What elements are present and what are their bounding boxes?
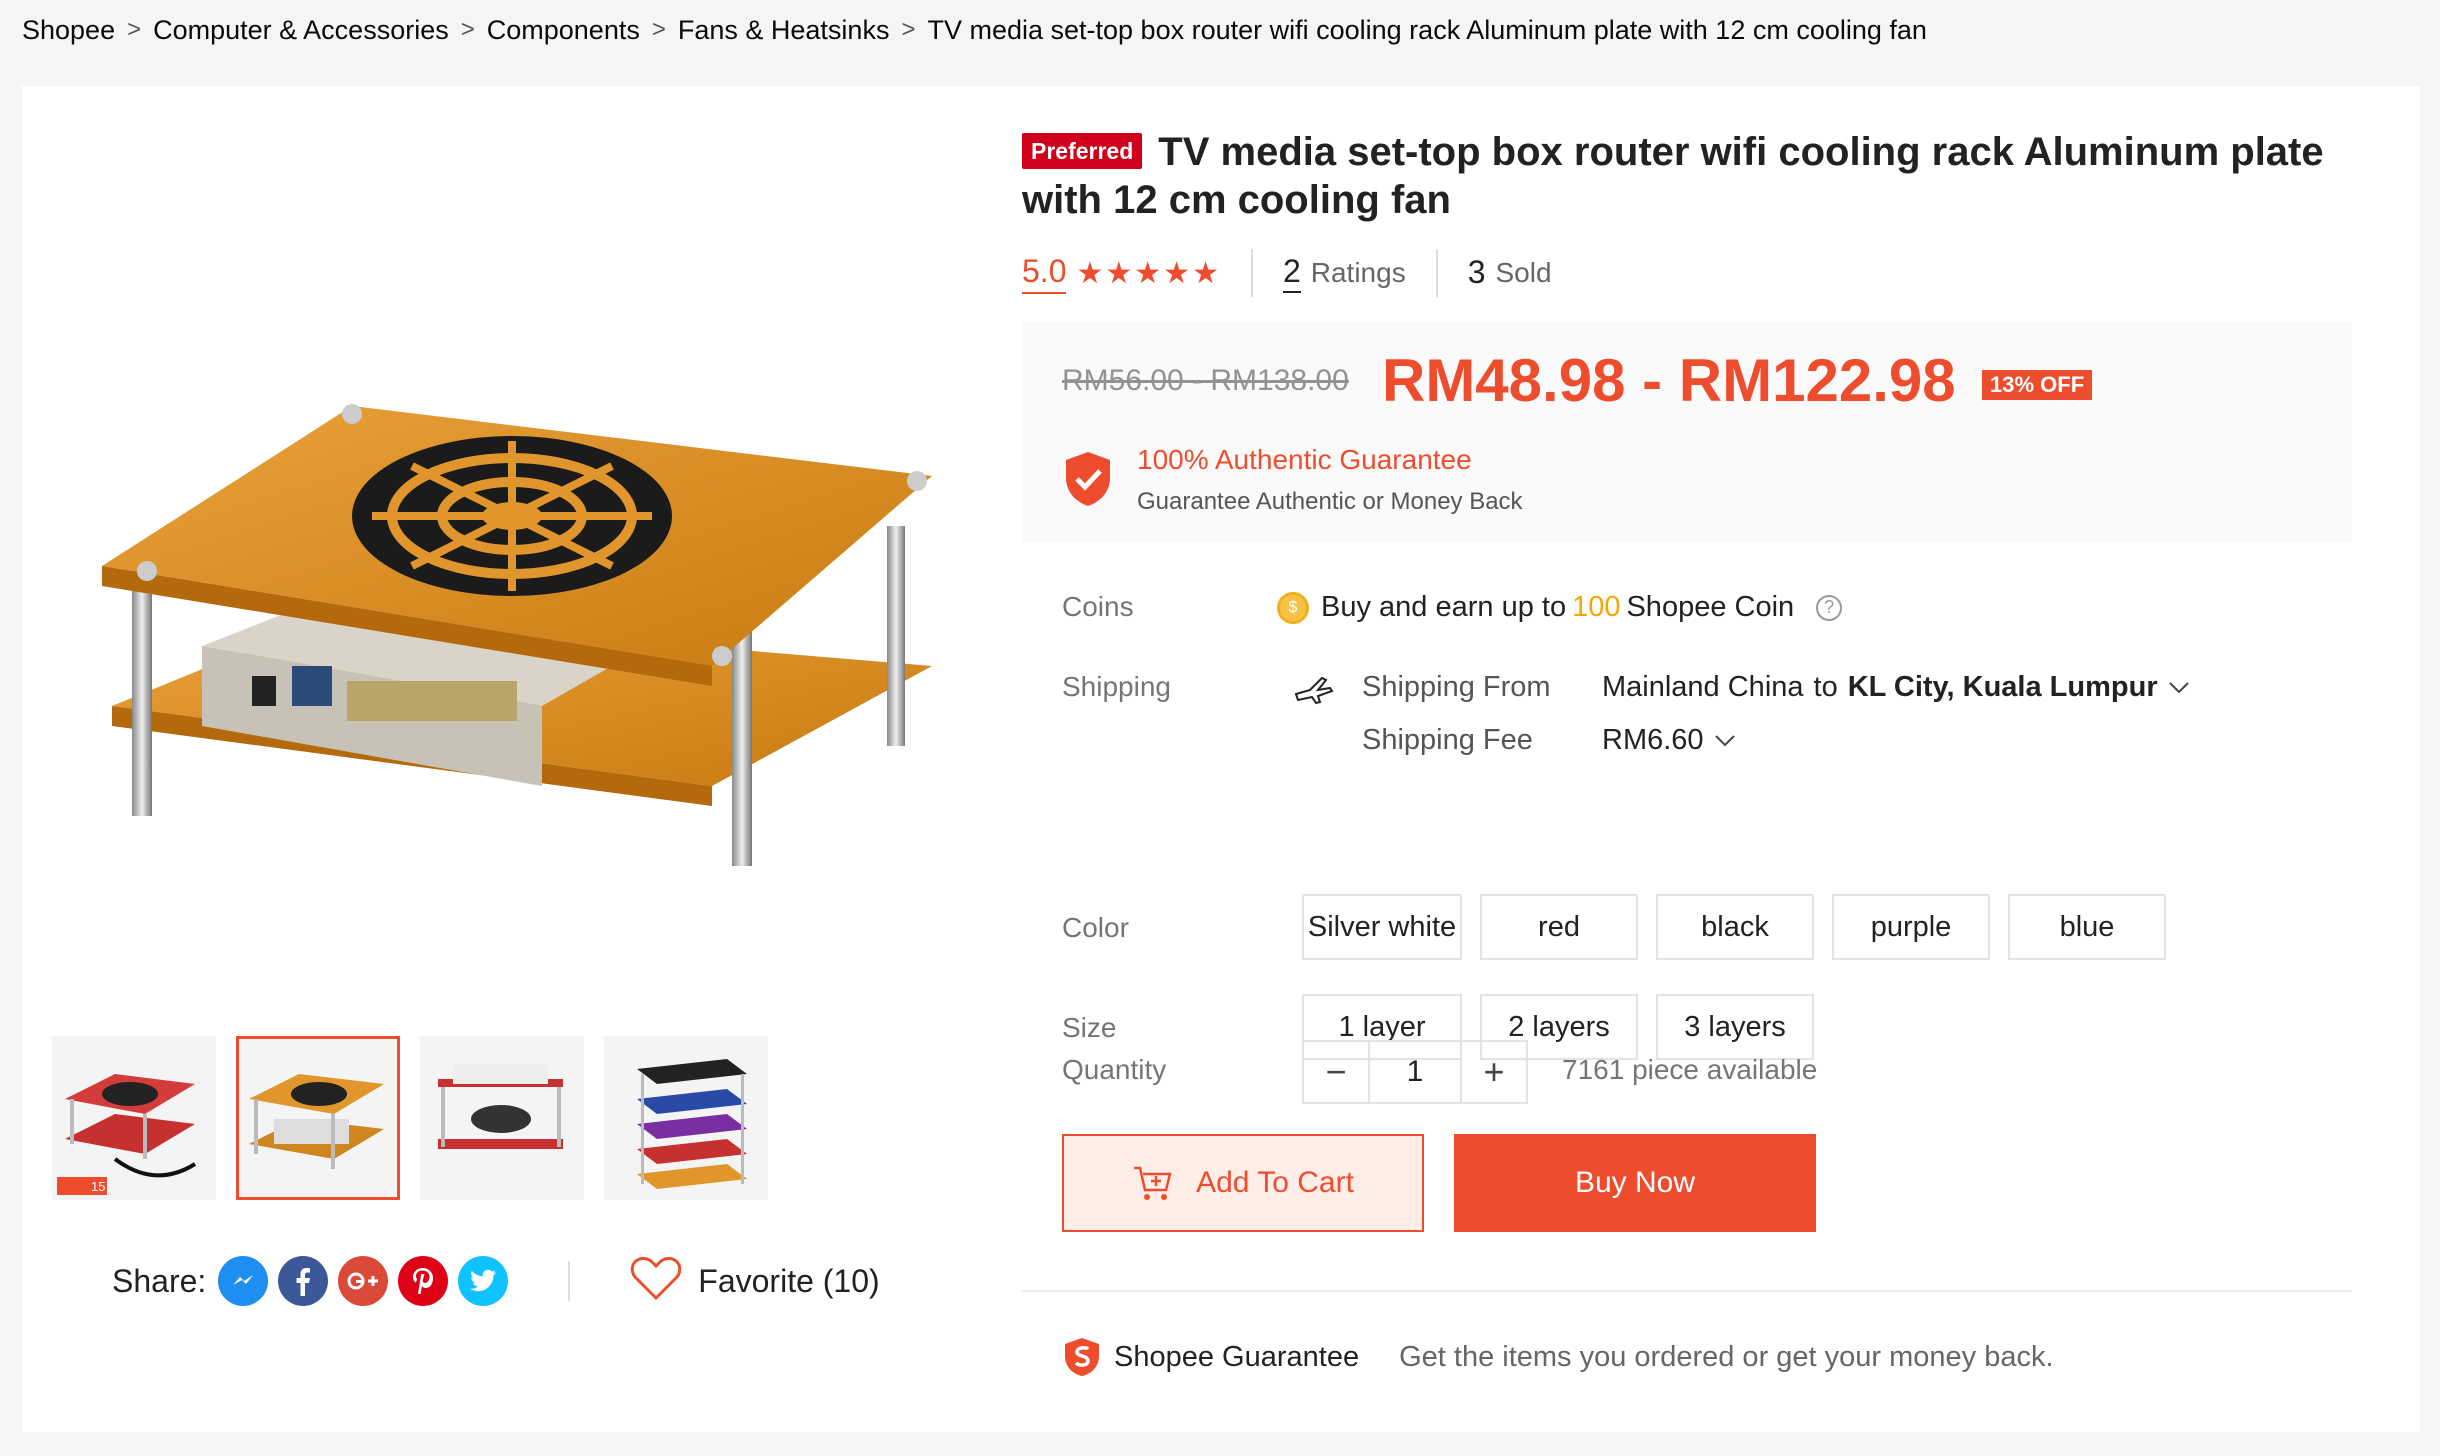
thumbnail-red-router-rack[interactable] (420, 1036, 584, 1200)
color-option-red[interactable]: red (1480, 894, 1638, 960)
sold-count: 3 (1467, 254, 1486, 290)
size-label: Size (1062, 1012, 1117, 1043)
preferred-badge: Preferred (1022, 133, 1143, 169)
shipping-label: Shipping (1062, 671, 1171, 702)
breadcrumb-link-components[interactable]: Components (487, 15, 640, 46)
shipping-to-word: to (1813, 671, 1838, 703)
product-card: 15 Share: Favorite (10) Preferred TV med… (22, 86, 2420, 1432)
add-to-cart-label: Add To Cart (1196, 1166, 1354, 1199)
shipping-fee-select[interactable]: RM6.60 (1602, 724, 1736, 757)
color-option-blue[interactable]: blue (2008, 894, 2166, 960)
authentic-guarantee-subtitle: Guarantee Authentic or Money Back (1137, 488, 1523, 515)
sale-price: RM48.98 - RM122.98 (1382, 347, 1956, 414)
shipping-from-label: Shipping From (1362, 671, 1551, 703)
share-divider (568, 1261, 571, 1301)
price-box: RM56.00 - RM138.00 RM48.98 - RM122.98 13… (1022, 322, 2352, 542)
ratings-label: Ratings (1310, 257, 1406, 288)
coins-prefix: Buy and earn up to (1321, 591, 1567, 623)
buy-now-button[interactable]: Buy Now (1454, 1134, 1816, 1232)
cart-plus-icon (1132, 1164, 1174, 1202)
quantity-increase-button[interactable]: + (1462, 1042, 1526, 1102)
color-label: Color (1062, 912, 1129, 943)
shopee-guarantee-description: Get the items you ordered or get your mo… (1399, 1340, 2054, 1373)
star-rating-icon: ★★★★★ (1076, 256, 1221, 290)
ratings-count[interactable]: 2 (1282, 253, 1301, 293)
coins-info: $ Buy and earn up to 100 Shopee Coin ? (1277, 591, 1843, 624)
shopee-guarantee-row: Shopee Guarantee Get the items you order… (1062, 1336, 2054, 1378)
twitter-icon[interactable] (458, 1256, 509, 1306)
shield-check-icon (1062, 450, 1114, 513)
pinterest-icon[interactable] (398, 1256, 449, 1306)
chevron-right-icon: > (127, 16, 142, 43)
breadcrumb: Shopee > Computer & Accessories > Compon… (22, 10, 1927, 50)
breadcrumb-link-fans-heatsinks[interactable]: Fans & Heatsinks (678, 15, 890, 46)
breadcrumb-link-shopee[interactable]: Shopee (22, 15, 115, 46)
authentic-guarantee-title[interactable]: 100% Authentic Guarantee (1137, 444, 1472, 476)
coins-suffix: Shopee Coin (1626, 591, 1795, 623)
thumbnail-strip: 15 (52, 1036, 768, 1200)
discount-badge: 13% OFF (1982, 370, 2093, 400)
thumbnail-orange-rack[interactable] (236, 1036, 400, 1200)
section-divider (1022, 1290, 2352, 1292)
original-price: RM56.00 - RM138.00 (1062, 364, 1349, 397)
rating-divider (1250, 249, 1253, 297)
shopee-guarantee-title[interactable]: Shopee Guarantee (1114, 1341, 1359, 1374)
color-option-purple[interactable]: purple (1832, 894, 1990, 960)
color-option-silver-white[interactable]: Silver white (1302, 894, 1462, 960)
help-icon[interactable]: ? (1816, 594, 1843, 621)
airplane-shipping-icon (1292, 672, 1336, 711)
color-option-black[interactable]: black (1656, 894, 1814, 960)
quantity-input[interactable]: 1 (1368, 1042, 1462, 1102)
thumbnail-red-rack[interactable]: 15 (52, 1036, 216, 1200)
sold-label: Sold (1495, 257, 1552, 288)
product-title: TV media set-top box router wifi cooling… (1022, 130, 2324, 222)
google-plus-icon[interactable] (338, 1256, 389, 1306)
coins-amount: 100 (1572, 591, 1621, 623)
sold-divider (1435, 249, 1438, 297)
shopee-guarantee-shield-icon (1062, 1336, 1102, 1378)
shipping-fee-label: Shipping Fee (1362, 724, 1533, 756)
rating-row: 5.0 ★★★★★ 2 Ratings 3 Sold (1022, 248, 1552, 298)
chevron-right-icon: > (901, 16, 916, 43)
messenger-icon[interactable] (218, 1256, 269, 1306)
chevron-right-icon: > (651, 16, 666, 43)
chevron-right-icon: > (460, 16, 475, 43)
share-row: Share: Favorite (10) (112, 1246, 880, 1316)
shipping-fee-value: RM6.60 (1602, 724, 1704, 756)
breadcrumb-link-computer-accessories[interactable]: Computer & Accessories (153, 15, 449, 46)
facebook-icon[interactable] (278, 1256, 329, 1306)
size-option-3-layers[interactable]: 3 layers (1656, 994, 1814, 1060)
shipping-from-value: Mainland China (1602, 671, 1804, 703)
add-to-cart-button[interactable]: Add To Cart (1062, 1134, 1424, 1232)
heart-icon[interactable] (630, 1256, 682, 1307)
favorite-count[interactable]: Favorite (10) (698, 1263, 879, 1300)
shopee-coin-icon: $ (1277, 591, 1309, 624)
chevron-down-icon (2168, 675, 2190, 701)
product-main-image[interactable] (72, 146, 972, 1046)
breadcrumb-current-product: TV media set-top box router wifi cooling… (927, 14, 1927, 45)
product-title-block: Preferred TV media set-top box router wif… (1022, 128, 2362, 224)
coins-label: Coins (1062, 591, 1134, 622)
quantity-stepper: − 1 + (1302, 1040, 1528, 1104)
quantity-decrease-button[interactable]: − (1304, 1042, 1368, 1102)
color-options: Silver white red black purple blue (1302, 894, 2166, 960)
shipping-destination-select[interactable]: Mainland China to KL City, Kuala Lumpur (1602, 671, 2190, 704)
thumbnail-multi-layer-rack[interactable] (604, 1036, 768, 1200)
stock-available: 7161 piece available (1562, 1054, 1818, 1085)
rating-value[interactable]: 5.0 (1022, 253, 1067, 294)
thumbnail-badge: 15 (91, 1179, 105, 1194)
share-label: Share: (112, 1262, 207, 1299)
chevron-down-icon (1714, 728, 1736, 754)
shipping-destination: KL City, Kuala Lumpur (1847, 671, 2158, 703)
quantity-label: Quantity (1062, 1054, 1167, 1085)
